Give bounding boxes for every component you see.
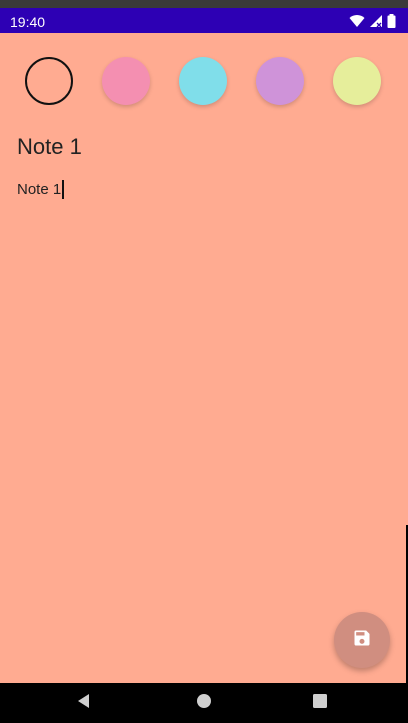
save-button[interactable] xyxy=(334,612,390,668)
note-body-input[interactable]: Note 1 xyxy=(17,180,65,199)
note-title-input[interactable]: Note 1 xyxy=(17,134,82,160)
color-swatch-salmon[interactable] xyxy=(25,57,73,105)
status-icons xyxy=(349,14,396,28)
color-picker xyxy=(0,57,408,107)
recents-button[interactable] xyxy=(300,683,340,723)
text-cursor xyxy=(62,180,65,199)
navigation-bar xyxy=(0,683,408,723)
back-icon xyxy=(76,693,92,714)
recents-icon xyxy=(312,693,328,714)
back-button[interactable] xyxy=(64,683,104,723)
status-time: 19:40 xyxy=(10,14,46,30)
home-icon xyxy=(196,693,212,714)
color-swatch-yellow[interactable] xyxy=(333,57,381,105)
cell-signal-icon xyxy=(369,14,383,28)
note-body-text: Note 1 xyxy=(17,181,62,198)
color-swatch-cyan[interactable] xyxy=(179,57,227,105)
status-bar: 19:40 xyxy=(0,0,408,33)
wifi-icon xyxy=(349,14,365,28)
color-swatch-purple[interactable] xyxy=(256,57,304,105)
home-button[interactable] xyxy=(184,683,224,723)
save-icon xyxy=(352,628,372,653)
color-swatch-pink[interactable] xyxy=(102,57,150,105)
battery-icon xyxy=(387,14,396,28)
